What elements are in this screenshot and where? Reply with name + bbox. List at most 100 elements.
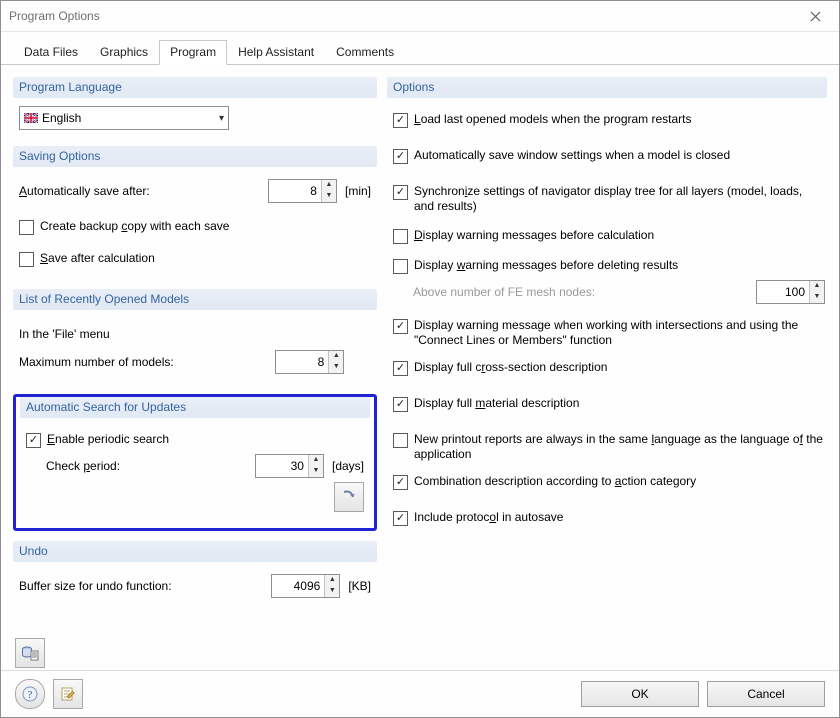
edit-note-button[interactable]: [53, 679, 83, 709]
opt-load-last-models[interactable]: Load last opened models when the program…: [393, 112, 825, 128]
check-period-spinner[interactable]: ▲▼: [255, 454, 324, 478]
tab-comments[interactable]: Comments: [325, 40, 405, 65]
help-button[interactable]: ?: [15, 679, 45, 709]
check-now-button[interactable]: [334, 482, 364, 512]
backup-checkbox[interactable]: Create backup copy with each save: [19, 219, 371, 235]
checkbox-icon: [393, 185, 408, 200]
edit-note-icon: [60, 686, 76, 702]
updates-highlight: Automatic Search for Updates Enable peri…: [13, 394, 377, 531]
group-header-language: Program Language: [13, 77, 377, 98]
settings-db-button[interactable]: [15, 638, 45, 668]
checkbox-icon: [393, 433, 408, 448]
right-column: Options Load last opened models when the…: [387, 77, 827, 626]
opt-combination-desc[interactable]: Combination description according to act…: [393, 474, 825, 490]
opt-warn-intersections[interactable]: Display warning message when working wit…: [393, 318, 825, 348]
opt-label: Include protocol in autosave: [414, 510, 825, 525]
fe-nodes-input[interactable]: [757, 281, 809, 303]
group-header-recent: List of Recently Opened Models: [13, 289, 377, 310]
enable-periodic-checkbox[interactable]: Enable periodic search: [26, 432, 364, 448]
opt-label: Synchronize settings of navigator displa…: [414, 184, 825, 214]
close-icon: [810, 11, 821, 22]
titlebar: Program Options: [1, 1, 839, 32]
tab-help-assistant[interactable]: Help Assistant: [227, 40, 325, 65]
spin-up-icon[interactable]: ▲: [810, 281, 824, 292]
opt-label: Load last opened models when the program…: [414, 112, 825, 127]
opt-label: Automatically save window settings when …: [414, 148, 825, 163]
check-period-unit: [days]: [332, 459, 364, 473]
spin-up-icon[interactable]: ▲: [322, 180, 336, 191]
opt-label: Display warning messages before calculat…: [414, 228, 825, 243]
group-options: Options Load last opened models when the…: [387, 77, 827, 616]
undo-buffer-input[interactable]: [272, 575, 324, 597]
opt-warn-before-calc[interactable]: Display warning messages before calculat…: [393, 228, 825, 244]
ok-label: OK: [631, 687, 648, 701]
checkbox-icon: [393, 229, 408, 244]
tab-graphics[interactable]: Graphics: [89, 40, 159, 65]
window-title: Program Options: [9, 9, 795, 23]
save-after-calc-checkbox[interactable]: Save after calculation: [19, 251, 371, 267]
dialog-body: Program Language English: [1, 65, 839, 632]
checkbox-icon: [26, 433, 41, 448]
opt-include-protocol[interactable]: Include protocol in autosave: [393, 510, 825, 526]
undo-buffer-spinner[interactable]: ▲▼: [271, 574, 340, 598]
fe-nodes-spinner[interactable]: ▲▼: [756, 280, 825, 304]
spin-up-icon[interactable]: ▲: [325, 575, 339, 586]
group-header-updates: Automatic Search for Updates: [20, 397, 370, 418]
checkbox-icon: [393, 397, 408, 412]
opt-warn-before-delete[interactable]: Display warning messages before deleting…: [393, 258, 825, 274]
auto-save-label: Automatically save after:: [19, 184, 268, 198]
left-column: Program Language English: [13, 77, 377, 626]
checkbox-icon: [393, 361, 408, 376]
enable-periodic-label: Enable periodic search: [47, 432, 364, 447]
bottom-toolbar: [1, 632, 839, 670]
check-period-input[interactable]: [256, 455, 308, 477]
checkbox-icon: [19, 252, 34, 267]
cancel-label: Cancel: [747, 687, 784, 701]
opt-label: Display full material description: [414, 396, 825, 411]
spin-down-icon[interactable]: ▼: [322, 191, 336, 202]
checkbox-icon: [393, 113, 408, 128]
opt-label: Display warning message when working wit…: [414, 318, 825, 348]
backup-label: Create backup copy with each save: [40, 219, 371, 234]
spin-down-icon[interactable]: ▼: [309, 466, 323, 477]
spin-up-icon[interactable]: ▲: [329, 351, 343, 362]
auto-save-input[interactable]: [269, 180, 321, 202]
tab-data-files[interactable]: Data Files: [13, 40, 89, 65]
dialog-footer: ? OK Cancel: [1, 670, 839, 717]
opt-label: Combination description according to act…: [414, 474, 825, 489]
max-models-input[interactable]: [276, 351, 328, 373]
spin-down-icon[interactable]: ▼: [325, 586, 339, 597]
tab-program[interactable]: Program: [159, 40, 227, 65]
help-icon: ?: [22, 686, 38, 702]
language-select[interactable]: English ▾: [19, 106, 229, 130]
ok-button[interactable]: OK: [581, 681, 699, 707]
language-value: English: [42, 111, 81, 125]
spin-up-icon[interactable]: ▲: [309, 455, 323, 466]
opt-label: Display full cross-section description: [414, 360, 825, 375]
close-button[interactable]: [795, 2, 835, 30]
program-options-window: Program Options Data Files Graphics Prog…: [0, 0, 840, 718]
opt-printout-language[interactable]: New printout reports are always in the s…: [393, 432, 825, 462]
checkbox-icon: [393, 259, 408, 274]
group-recent-models: List of Recently Opened Models In the 'F…: [13, 289, 377, 384]
max-models-label: Maximum number of models:: [19, 355, 275, 369]
max-models-spinner[interactable]: ▲▼: [275, 350, 344, 374]
checkbox-icon: [393, 319, 408, 334]
opt-save-window-settings[interactable]: Automatically save window settings when …: [393, 148, 825, 164]
chevron-down-icon: ▾: [219, 113, 224, 124]
save-after-calc-label: Save after calculation: [40, 251, 371, 266]
flag-uk-icon: [24, 113, 38, 123]
spin-down-icon[interactable]: ▼: [329, 362, 343, 373]
opt-full-cross-section[interactable]: Display full cross-section description: [393, 360, 825, 376]
auto-save-spinner[interactable]: ▲▼: [268, 179, 337, 203]
undo-buffer-label: Buffer size for undo function:: [19, 579, 271, 593]
cancel-button[interactable]: Cancel: [707, 681, 825, 707]
opt-label: Display warning messages before deleting…: [414, 258, 825, 273]
opt-full-material[interactable]: Display full material description: [393, 396, 825, 412]
spin-down-icon[interactable]: ▼: [810, 292, 824, 303]
database-settings-icon: [21, 644, 39, 662]
group-program-language: Program Language English: [13, 77, 377, 136]
checkbox-icon: [393, 149, 408, 164]
opt-sync-navigator[interactable]: Synchronize settings of navigator displa…: [393, 184, 825, 214]
group-updates: Automatic Search for Updates Enable peri…: [20, 397, 370, 522]
